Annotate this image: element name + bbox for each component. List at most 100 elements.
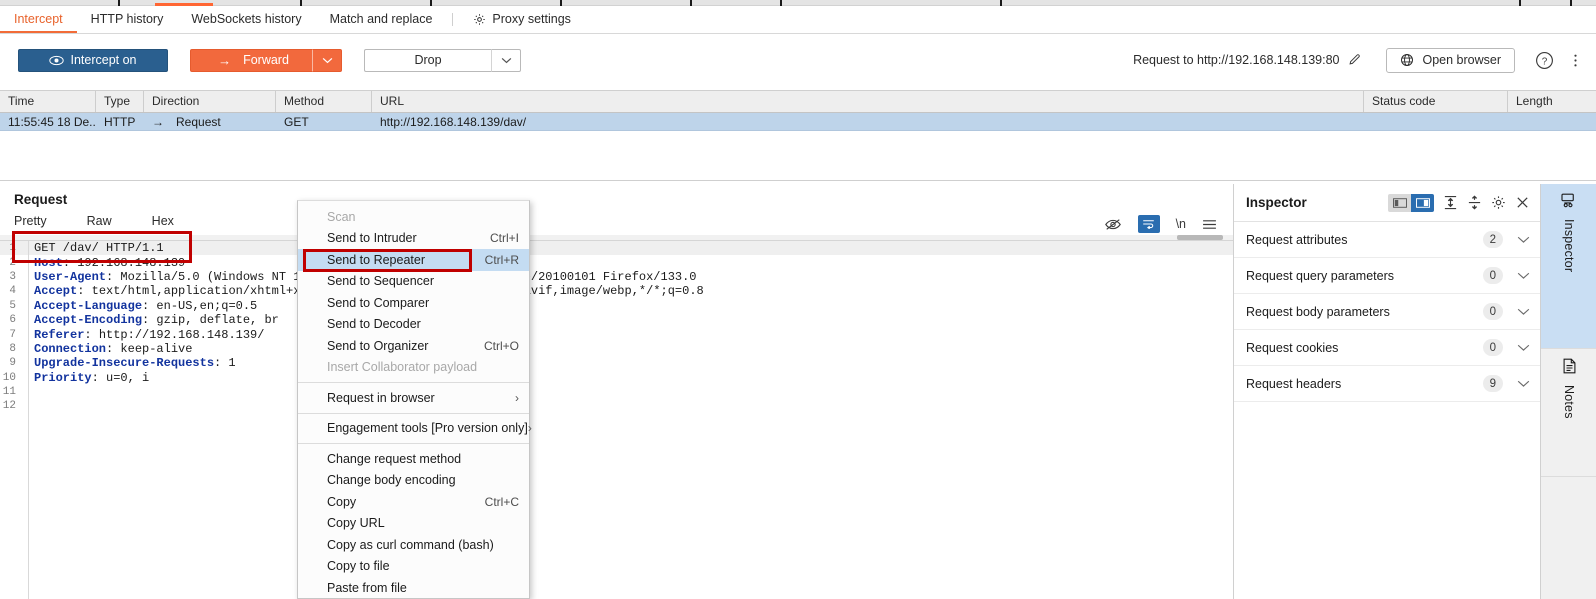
tab-websockets-history[interactable]: WebSockets history (177, 6, 315, 33)
column-header-direction[interactable]: Direction (144, 91, 276, 112)
menu-item-label: Insert Collaborator payload (327, 360, 478, 375)
inspector-section-count: 2 (1482, 231, 1503, 248)
chevron-down-icon[interactable] (1517, 308, 1530, 316)
newline-icon-label: \n (1175, 217, 1186, 231)
menu-item-send-to-comparer[interactable]: Send to Comparer (298, 292, 529, 314)
menu-separator (298, 412, 529, 414)
gear-icon[interactable] (1491, 195, 1506, 210)
pencil-icon[interactable] (1348, 52, 1362, 69)
forward-button[interactable]: → Forward (190, 48, 312, 72)
chevron-down-icon[interactable] (1517, 272, 1530, 280)
collapse-all-icon[interactable] (1467, 195, 1482, 210)
request-editor[interactable]: 1 GET /dav/ HTTP/1.1 2 Host: 192.168.148.13… (0, 235, 1233, 599)
menu-item-label: Copy (327, 494, 357, 509)
column-header-type[interactable]: Type (96, 91, 144, 112)
editor-gutter-divider (28, 241, 29, 599)
word-wrap-icon[interactable] (1137, 215, 1160, 233)
drop-button[interactable]: Drop (364, 48, 491, 72)
inspector-section-request-attributes[interactable]: Request attributes 2 (1234, 222, 1540, 258)
inspector-section-request-query-parameters[interactable]: Request query parameters 0 (1234, 258, 1540, 294)
hamburger-menu-icon[interactable] (1202, 219, 1217, 230)
help-circle-icon[interactable]: ? (1535, 51, 1554, 70)
column-header-method[interactable]: Method (276, 91, 372, 112)
table-row[interactable]: 11:55:45 18 De... HTTP → Request GET htt… (0, 113, 1596, 131)
menu-item-send-to-intruder[interactable]: Send to Intruder Ctrl+I (298, 228, 529, 250)
request-format-tabs: Pretty Raw Hex \n (0, 207, 1233, 233)
menu-item-engagement-tools-pro-version-only[interactable]: Engagement tools [Pro version only] › (298, 418, 532, 440)
menu-item-change-request-method[interactable]: Change request method (298, 448, 529, 470)
drop-dropdown-button[interactable] (491, 48, 521, 72)
header-name: User-Agent (34, 269, 107, 284)
tab-intercept[interactable]: Intercept (0, 6, 77, 33)
menu-item-request-in-browser[interactable]: Request in browser › (298, 387, 529, 409)
layout-right-icon[interactable] (1411, 193, 1434, 212)
cell-direction: → Request (144, 115, 276, 129)
tab-pretty[interactable]: Pretty (14, 214, 47, 233)
arrow-right-icon: → (218, 52, 232, 68)
chevron-down-icon[interactable] (1517, 236, 1530, 244)
menu-item-send-to-organizer[interactable]: Send to Organizer Ctrl+O (298, 335, 529, 357)
menu-item-copy-url[interactable]: Copy URL (298, 513, 529, 535)
header-name: Host (34, 255, 63, 270)
rail-tab-notes-label: Notes (1562, 385, 1576, 419)
menu-separator (298, 382, 529, 383)
menu-item-send-to-repeater[interactable]: Send to Repeater Ctrl+R (298, 249, 529, 271)
menu-item-label: Send to Intruder (327, 231, 417, 246)
menu-item-paste-from-file[interactable]: Paste from file (298, 577, 529, 599)
chevron-down-icon[interactable] (1517, 380, 1530, 388)
expand-all-icon[interactable] (1443, 195, 1458, 210)
code-line: 11 (0, 385, 1233, 399)
column-header-url[interactable]: URL (372, 91, 1364, 112)
line-number: 11 (2, 386, 16, 399)
request-context-menu[interactable]: Scan Send to Intruder Ctrl+I Send to Repeat… (297, 200, 532, 599)
open-browser-button[interactable]: Open browser (1386, 47, 1515, 73)
subtab-divider (452, 13, 454, 26)
chevron-down-icon[interactable] (1517, 344, 1530, 352)
open-browser-label: Open browser (1422, 53, 1501, 67)
menu-item-label: Copy URL (327, 516, 385, 531)
menu-item-send-to-decoder[interactable]: Send to Decoder (298, 314, 529, 336)
inspector-section-request-cookies[interactable]: Request cookies 0 (1234, 330, 1540, 366)
menu-item-change-body-encoding[interactable]: Change body encoding (298, 470, 529, 492)
rail-tab-notes[interactable]: Notes (1541, 349, 1596, 477)
cell-direction-label: Request (176, 114, 221, 129)
eye-off-icon[interactable] (1104, 218, 1122, 231)
code-line: 2 Host: 192.168.148.139 (0, 255, 1233, 270)
line-number: 1 (9, 242, 16, 255)
tab-hex-label: Hex (151, 214, 174, 228)
tab-raw[interactable]: Raw (87, 214, 112, 233)
menu-item-copy-to-file[interactable]: Copy to file (298, 556, 529, 578)
tab-proxy-settings[interactable]: Proxy settings (459, 6, 585, 33)
newline-icon[interactable]: \n (1176, 217, 1186, 231)
forward-dropdown-button[interactable] (312, 48, 342, 72)
inspector-section-request-headers[interactable]: Request headers 9 (1234, 366, 1540, 402)
proxy-subtab-bar[interactable]: Intercept HTTP history WebSockets histor… (0, 6, 1596, 34)
column-header-length[interactable]: Length (1508, 91, 1596, 112)
tab-hex[interactable]: Hex (152, 214, 174, 233)
inspector-header: Inspector (1234, 184, 1540, 222)
menu-item-label: Send to Sequencer (327, 274, 435, 289)
menu-item-copy[interactable]: Copy Ctrl+C (298, 491, 529, 513)
inspector-section-count: 9 (1482, 375, 1503, 392)
menu-item-copy-as-curl-command-bash[interactable]: Copy as curl command (bash) (298, 534, 529, 556)
kebab-menu-icon[interactable] (1568, 52, 1582, 69)
cell-method: GET (284, 114, 309, 129)
column-header-time[interactable]: Time (0, 91, 96, 112)
inspector-section-request-body-parameters[interactable]: Request body parameters 0 (1234, 294, 1540, 330)
tab-pretty-label: Pretty (14, 214, 47, 228)
rail-tab-inspector[interactable]: Inspector (1541, 184, 1596, 349)
editor-horizontal-scrollbar[interactable] (1177, 235, 1223, 240)
menu-item-send-to-sequencer[interactable]: Send to Sequencer (298, 271, 529, 293)
tab-match-and-replace[interactable]: Match and replace (316, 6, 447, 33)
close-icon[interactable] (1515, 195, 1530, 210)
inspector-layout-toggle[interactable] (1388, 193, 1434, 212)
layout-left-icon[interactable] (1388, 193, 1411, 212)
intercept-toggle-button[interactable]: Intercept on (18, 48, 168, 72)
code-line: 5 Accept-Language: en-US,en;q=0.5 (0, 299, 1233, 313)
line-number: 8 (9, 342, 16, 355)
tab-http-history[interactable]: HTTP history (77, 6, 178, 33)
header-name: Accept-Encoding (34, 313, 143, 328)
line-number: 5 (9, 299, 16, 312)
column-header-status-code[interactable]: Status code (1364, 91, 1508, 112)
menu-item-label: Send to Decoder (327, 317, 421, 332)
